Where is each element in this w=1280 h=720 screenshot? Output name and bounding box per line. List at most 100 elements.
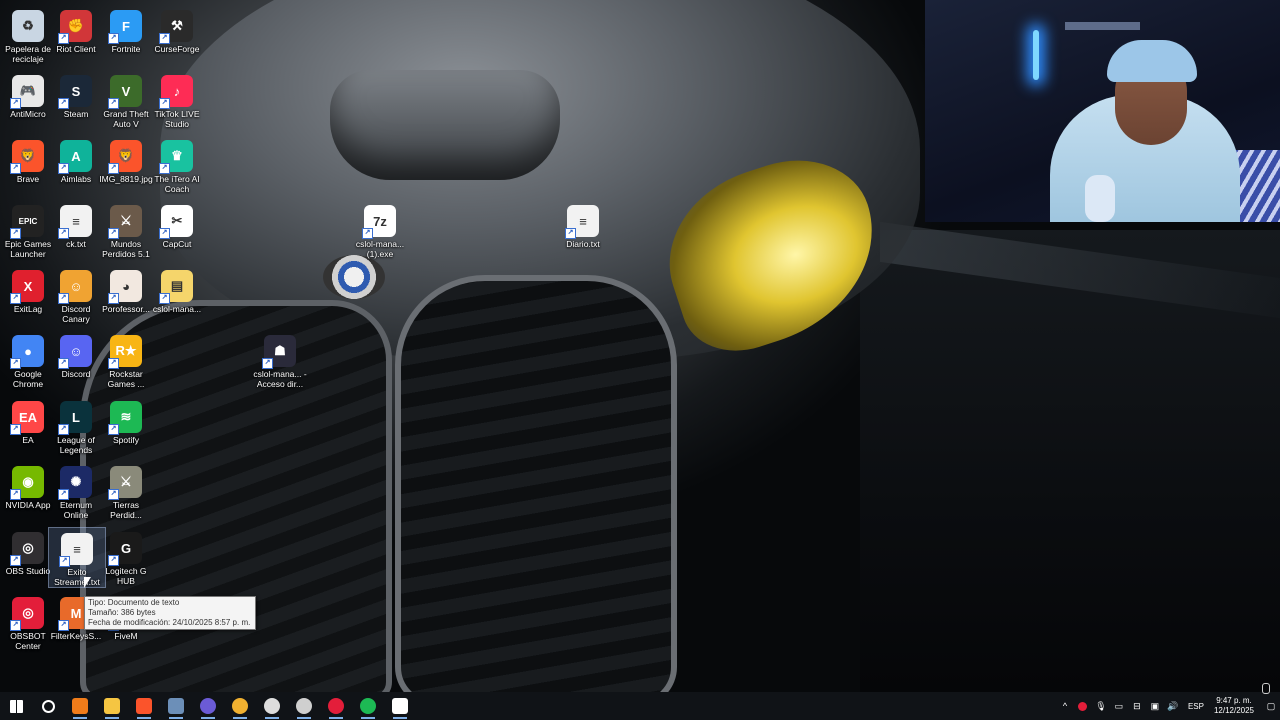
exitlag-icon: X ↗ — [10, 270, 44, 304]
recycle-bin-icon: ♻ — [12, 10, 44, 42]
desktop-icon-label: IMG_8819.jpg — [99, 174, 153, 184]
shortcut-arrow-icon: ↗ — [108, 98, 119, 109]
desktop-icon[interactable]: ◕ ↗ Porofessor... — [98, 265, 154, 314]
shortcut-arrow-icon: ↗ — [159, 228, 170, 239]
taskbar-app-settings-gear[interactable] — [256, 692, 288, 720]
taskbar-app-settings[interactable] — [384, 692, 416, 720]
shortcut-arrow-icon: ↗ — [108, 33, 119, 44]
clock[interactable]: 9:47 p. m. 12/12/2025 — [1214, 696, 1254, 716]
shortcut-arrow-icon: ↗ — [58, 293, 69, 304]
obsbot-icon: ◎ ↗ — [10, 597, 44, 631]
desktop-icon[interactable]: R★ ↗ Rockstar Games ... — [98, 330, 154, 389]
shortcut-arrow-icon: ↗ — [159, 163, 170, 174]
taskbar-app-obsbot[interactable] — [320, 692, 352, 720]
desktop-icon[interactable]: 🦁 ↗ IMG_8819.jpg — [98, 135, 154, 184]
webcam-overlay — [925, 0, 1280, 222]
desktop-icon[interactable]: ✂ ↗ CapCut — [149, 200, 205, 249]
shortcut-arrow-icon: ↗ — [159, 293, 170, 304]
shortcut-arrow-icon: ↗ — [10, 489, 21, 500]
desktop-icon[interactable]: 7z ↗ cslol-mana... (1).exe — [352, 200, 408, 259]
desktop-icon-label: League of Legends — [57, 435, 95, 455]
shortcut-arrow-icon: ↗ — [58, 424, 69, 435]
shortcut-arrow-icon: ↗ — [362, 228, 373, 239]
discord-canary-icon: ☺ ↗ — [58, 270, 92, 304]
desktop-icon[interactable]: F ↗ Fortnite — [98, 5, 154, 54]
mouse-cursor-icon — [84, 577, 91, 588]
desktop-icon-label: Porofessor... — [102, 304, 150, 314]
language-indicator[interactable]: ESP — [1188, 702, 1204, 711]
shortcut-arrow-icon: ↗ — [58, 98, 69, 109]
desktop-icon[interactable]: ♛ ↗ The iTero AI Coach — [149, 135, 205, 194]
desktop-icon[interactable]: ≡ ↗ ck.txt — [48, 200, 104, 249]
desktop-icon[interactable]: ♪ ↗ TikTok LIVE Studio — [149, 70, 205, 129]
desktop-icon-label: Steam — [63, 109, 89, 119]
notification-icon[interactable]: ▢ — [1264, 699, 1278, 713]
start-button[interactable] — [0, 692, 32, 720]
speaker-icon[interactable]: 🔊 — [1166, 699, 1180, 713]
desktop-icon[interactable]: ≡ ↗ Diario.txt — [555, 200, 611, 249]
obsbot-tray-icon[interactable] — [1076, 699, 1090, 713]
desktop-icon-label: Riot Client — [56, 44, 96, 54]
taskbar-app-vlc[interactable] — [64, 692, 96, 720]
webcam-shelf — [1065, 22, 1140, 30]
desktop-icon[interactable]: L ↗ League of Legends — [48, 396, 104, 455]
desktop-icon[interactable]: G ↗ Logitech G HUB — [98, 527, 154, 586]
taskbar-app-calculator[interactable] — [160, 692, 192, 720]
taskbar-app-chrome[interactable] — [224, 692, 256, 720]
desktop-icon[interactable]: ≋ ↗ Spotify — [98, 396, 154, 445]
desktop-icon[interactable]: ☗ ↗ cslol-mana... - Acceso dir... — [252, 330, 308, 389]
desktop-icon[interactable]: ⚔ ↗ Tierras Perdid... — [98, 461, 154, 520]
shortcut-arrow-icon: ↗ — [10, 98, 21, 109]
aimlabs-icon: A ↗ — [58, 140, 92, 174]
desktop-icon[interactable]: V ↗ Grand Theft Auto V — [98, 70, 154, 129]
desktop-icon[interactable]: ☺ ↗ Discord Canary — [48, 265, 104, 324]
text-file-icon: ≡ ↗ — [58, 205, 92, 239]
nvidia-icon: ◉ ↗ — [10, 466, 44, 500]
network-icon[interactable]: ▣ — [1148, 699, 1162, 713]
shortcut-arrow-icon: ↗ — [108, 555, 119, 566]
desktop-icon[interactable]: ✺ ↗ Eternum Online — [48, 461, 104, 520]
shortcut-arrow-icon: ↗ — [59, 556, 70, 567]
tooltip-modified: Fecha de modificación: 24/10/2025 8:57 p… — [88, 618, 251, 627]
app-icon — [72, 698, 88, 714]
taskbar-app-spotify[interactable] — [352, 692, 384, 720]
desktop-icon[interactable]: ⚒ ↗ CurseForge — [149, 5, 205, 54]
obs-icon: ◎ ↗ — [10, 532, 44, 566]
desktop-icon[interactable]: ⚔ ↗ Mundos Perdidos 5.1 — [98, 200, 154, 259]
microphone-icon[interactable]: 🎙 — [1094, 699, 1108, 713]
desktop-icon[interactable]: S ↗ Steam — [48, 70, 104, 119]
taskbar-app-brave[interactable] — [128, 692, 160, 720]
shortcut-arrow-icon: ↗ — [108, 163, 119, 174]
brave-icon — [136, 698, 152, 714]
shortcut-arrow-icon: ↗ — [159, 33, 170, 44]
mic-indicator-icon — [1262, 683, 1270, 694]
shortcut-arrow-icon: ↗ — [565, 228, 576, 239]
folder-icon — [104, 698, 120, 714]
file-tooltip: Tipo: Documento de texto Tamaño: 386 byt… — [84, 596, 256, 630]
shortcut-arrow-icon: ↗ — [10, 555, 21, 566]
display-icon[interactable]: ⊟ — [1130, 699, 1144, 713]
shortcut-arrow-icon: ↗ — [10, 228, 21, 239]
desktop-icon-label: Rockstar Games ... — [107, 369, 145, 389]
desktop-icon[interactable]: ▤ ↗ cslol-mana... — [149, 265, 205, 314]
desktop-icon-label: FilterKeysS... — [50, 631, 102, 641]
tooltip-type: Tipo: Documento de texto — [88, 598, 180, 607]
desktop-icon[interactable]: A ↗ Aimlabs — [48, 135, 104, 184]
chevron-up-icon[interactable]: ^ — [1058, 699, 1072, 713]
tiktok-icon: ♪ ↗ — [159, 75, 193, 109]
taskbar-apps — [0, 692, 416, 720]
curseforge-icon: ⚒ ↗ — [159, 10, 193, 44]
search-button[interactable] — [32, 692, 64, 720]
shortcut-arrow-icon: ↗ — [262, 358, 273, 369]
taskbar-app-chrome-profile[interactable] — [192, 692, 224, 720]
taskbar-app-explorer[interactable] — [96, 692, 128, 720]
shortcut-arrow-icon: ↗ — [108, 424, 119, 435]
webcam-person-cap — [1107, 40, 1197, 82]
desktop-icon-label: Grand Theft Auto V — [103, 109, 149, 129]
desktop-icon[interactable]: ☺ ↗ Discord — [48, 330, 104, 379]
desktop-icon[interactable]: ✊ ↗ Riot Client — [48, 5, 104, 54]
taskbar-app-obs[interactable] — [288, 692, 320, 720]
shortcut-arrow-icon: ↗ — [58, 228, 69, 239]
text-file-icon: ≡ ↗ — [59, 533, 93, 567]
monitor-icon[interactable]: ▭ — [1112, 699, 1126, 713]
